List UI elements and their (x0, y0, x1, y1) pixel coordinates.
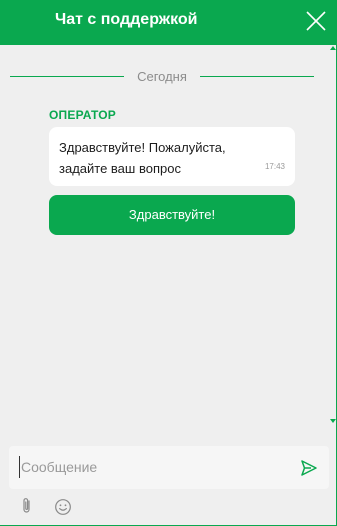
smiley-icon (55, 499, 71, 515)
message-input[interactable] (19, 456, 289, 478)
message-text: Здравствуйте! Пожалуйста, задайте ваш во… (59, 140, 226, 176)
attach-button[interactable] (20, 497, 34, 515)
scroll-down-arrow[interactable] (330, 419, 336, 423)
message-sender: ОПЕРАТОР (49, 108, 116, 122)
support-chat-widget: Чат с поддержкой Сегодня ОПЕРАТОР Здравс… (0, 0, 337, 526)
close-icon (306, 11, 326, 31)
close-button[interactable] (304, 9, 328, 33)
date-separator: Сегодня (10, 68, 314, 86)
emoji-button[interactable] (54, 498, 72, 516)
send-button[interactable] (300, 459, 318, 477)
message-composer (9, 446, 329, 489)
scroll-up-arrow[interactable] (330, 46, 336, 50)
date-divider-left (10, 76, 124, 77)
message-bubble: Здравствуйте! Пожалуйста, задайте ваш во… (49, 127, 295, 186)
chat-header: Чат с поддержкой (0, 0, 337, 45)
date-label: Сегодня (137, 69, 187, 84)
quick-reply-button[interactable]: Здравствуйте! (49, 195, 295, 235)
send-icon (301, 460, 317, 476)
paperclip-icon (23, 498, 30, 513)
message-time: 17:43 (264, 162, 285, 171)
chat-title: Чат с поддержкой (55, 11, 198, 28)
date-divider-right (200, 76, 314, 77)
